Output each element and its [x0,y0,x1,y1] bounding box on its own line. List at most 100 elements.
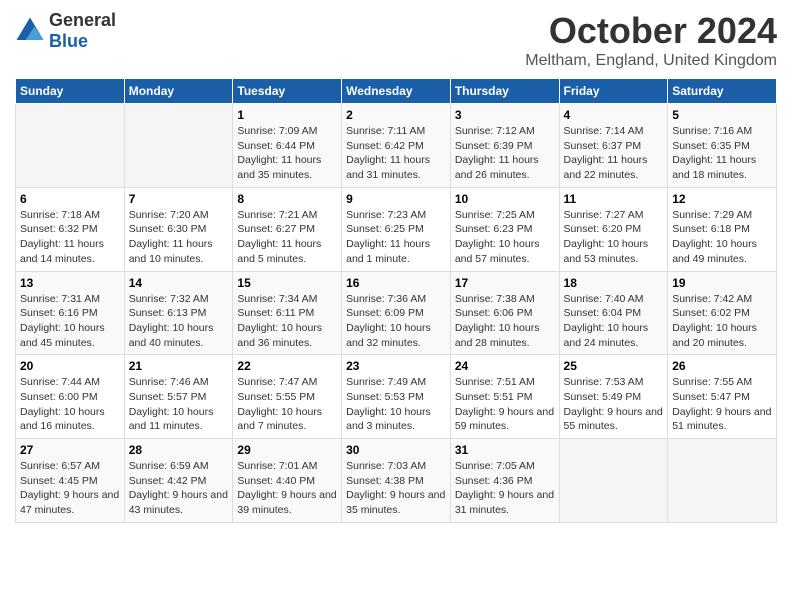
calendar-cell: 24 Sunrise: 7:51 AM Sunset: 5:51 PM Dayli… [450,355,559,439]
day-of-week-header: Wednesday [342,79,451,104]
page-header: General Blue October 2024 Meltham, Engla… [15,10,777,70]
day-number: 3 [455,108,555,122]
calendar-cell: 3 Sunrise: 7:12 AM Sunset: 6:39 PM Daylig… [450,104,559,188]
cell-content: Sunrise: 7:55 AM Sunset: 5:47 PM Dayligh… [672,375,772,434]
day-of-week-header: Sunday [16,79,125,104]
calendar-cell: 26 Sunrise: 7:55 AM Sunset: 5:47 PM Dayli… [668,355,777,439]
calendar-cell: 30 Sunrise: 7:03 AM Sunset: 4:38 PM Dayli… [342,439,451,523]
cell-content: Sunrise: 7:47 AM Sunset: 5:55 PM Dayligh… [237,375,337,434]
calendar-cell: 2 Sunrise: 7:11 AM Sunset: 6:42 PM Daylig… [342,104,451,188]
cell-content: Sunrise: 7:46 AM Sunset: 5:57 PM Dayligh… [129,375,229,434]
day-number: 5 [672,108,772,122]
day-number: 25 [564,359,664,373]
cell-content: Sunrise: 7:05 AM Sunset: 4:36 PM Dayligh… [455,459,555,518]
calendar-cell: 8 Sunrise: 7:21 AM Sunset: 6:27 PM Daylig… [233,187,342,271]
calendar-cell: 22 Sunrise: 7:47 AM Sunset: 5:55 PM Dayli… [233,355,342,439]
calendar-cell [16,104,125,188]
calendar-cell: 31 Sunrise: 7:05 AM Sunset: 4:36 PM Dayli… [450,439,559,523]
cell-content: Sunrise: 7:49 AM Sunset: 5:53 PM Dayligh… [346,375,446,434]
cell-content: Sunrise: 7:09 AM Sunset: 6:44 PM Dayligh… [237,124,337,183]
cell-content: Sunrise: 7:29 AM Sunset: 6:18 PM Dayligh… [672,208,772,267]
calendar-cell: 5 Sunrise: 7:16 AM Sunset: 6:35 PM Daylig… [668,104,777,188]
calendar-cell: 9Sunrise: 7:23 AM Sunset: 6:25 PM Daylig… [342,187,451,271]
calendar-cell: 1 Sunrise: 7:09 AM Sunset: 6:44 PM Daylig… [233,104,342,188]
day-number: 4 [564,108,664,122]
cell-content: Sunrise: 7:14 AM Sunset: 6:37 PM Dayligh… [564,124,664,183]
day-number: 29 [237,443,337,457]
calendar-cell: 19Sunrise: 7:42 AM Sunset: 6:02 PM Dayli… [668,271,777,355]
calendar-cell: 27Sunrise: 6:57 AM Sunset: 4:45 PM Dayli… [16,439,125,523]
day-number: 30 [346,443,446,457]
cell-content: Sunrise: 7:23 AM Sunset: 6:25 PM Dayligh… [346,208,446,267]
day-number: 17 [455,276,555,290]
calendar-cell: 25Sunrise: 7:53 AM Sunset: 5:49 PM Dayli… [559,355,668,439]
day-number: 21 [129,359,229,373]
cell-content: Sunrise: 7:18 AM Sunset: 6:32 PM Dayligh… [20,208,120,267]
day-number: 18 [564,276,664,290]
calendar-cell: 13 Sunrise: 7:31 AM Sunset: 6:16 PM Dayli… [16,271,125,355]
calendar-body: 1 Sunrise: 7:09 AM Sunset: 6:44 PM Daylig… [16,104,777,523]
day-number: 7 [129,192,229,206]
title-block: October 2024 Meltham, England, United Ki… [525,10,777,70]
cell-content: Sunrise: 6:59 AM Sunset: 4:42 PM Dayligh… [129,459,229,518]
cell-content: Sunrise: 6:57 AM Sunset: 4:45 PM Dayligh… [20,459,120,518]
logo-icon [15,16,45,46]
calendar-cell: 11Sunrise: 7:27 AM Sunset: 6:20 PM Dayli… [559,187,668,271]
calendar-cell: 20 Sunrise: 7:44 AM Sunset: 6:00 PM Dayli… [16,355,125,439]
day-number: 14 [129,276,229,290]
cell-content: Sunrise: 7:25 AM Sunset: 6:23 PM Dayligh… [455,208,555,267]
calendar-week-row: 13 Sunrise: 7:31 AM Sunset: 6:16 PM Dayli… [16,271,777,355]
calendar-cell: 18 Sunrise: 7:40 AM Sunset: 6:04 PM Dayli… [559,271,668,355]
calendar-week-row: 1 Sunrise: 7:09 AM Sunset: 6:44 PM Daylig… [16,104,777,188]
cell-content: Sunrise: 7:44 AM Sunset: 6:00 PM Dayligh… [20,375,120,434]
cell-content: Sunrise: 7:21 AM Sunset: 6:27 PM Dayligh… [237,208,337,267]
day-number: 28 [129,443,229,457]
day-number: 24 [455,359,555,373]
logo-general: General [49,10,116,30]
calendar-cell: 29Sunrise: 7:01 AM Sunset: 4:40 PM Dayli… [233,439,342,523]
calendar-cell: 28 Sunrise: 6:59 AM Sunset: 4:42 PM Dayli… [124,439,233,523]
day-number: 20 [20,359,120,373]
cell-content: Sunrise: 7:16 AM Sunset: 6:35 PM Dayligh… [672,124,772,183]
day-number: 11 [564,192,664,206]
day-header-row: SundayMondayTuesdayWednesdayThursdayFrid… [16,79,777,104]
calendar-cell: 15 Sunrise: 7:34 AM Sunset: 6:11 PM Dayli… [233,271,342,355]
cell-content: Sunrise: 7:42 AM Sunset: 6:02 PM Dayligh… [672,292,772,351]
month-title: October 2024 [525,10,777,52]
day-number: 22 [237,359,337,373]
calendar-cell: 23 Sunrise: 7:49 AM Sunset: 5:53 PM Dayli… [342,355,451,439]
cell-content: Sunrise: 7:40 AM Sunset: 6:04 PM Dayligh… [564,292,664,351]
day-number: 12 [672,192,772,206]
logo-blue: Blue [49,31,88,51]
logo-text: General Blue [49,10,116,52]
day-number: 15 [237,276,337,290]
day-number: 8 [237,192,337,206]
day-number: 13 [20,276,120,290]
cell-content: Sunrise: 7:20 AM Sunset: 6:30 PM Dayligh… [129,208,229,267]
cell-content: Sunrise: 7:32 AM Sunset: 6:13 PM Dayligh… [129,292,229,351]
day-number: 26 [672,359,772,373]
cell-content: Sunrise: 7:31 AM Sunset: 6:16 PM Dayligh… [20,292,120,351]
calendar-week-row: 20 Sunrise: 7:44 AM Sunset: 6:00 PM Dayli… [16,355,777,439]
day-number: 31 [455,443,555,457]
calendar-cell [559,439,668,523]
day-number: 6 [20,192,120,206]
calendar-cell: 12 Sunrise: 7:29 AM Sunset: 6:18 PM Dayli… [668,187,777,271]
cell-content: Sunrise: 7:12 AM Sunset: 6:39 PM Dayligh… [455,124,555,183]
day-number: 10 [455,192,555,206]
cell-content: Sunrise: 7:51 AM Sunset: 5:51 PM Dayligh… [455,375,555,434]
cell-content: Sunrise: 7:34 AM Sunset: 6:11 PM Dayligh… [237,292,337,351]
calendar-cell: 4 Sunrise: 7:14 AM Sunset: 6:37 PM Daylig… [559,104,668,188]
calendar-cell [124,104,233,188]
cell-content: Sunrise: 7:03 AM Sunset: 4:38 PM Dayligh… [346,459,446,518]
day-of-week-header: Friday [559,79,668,104]
day-number: 23 [346,359,446,373]
calendar-cell [668,439,777,523]
calendar-cell: 7 Sunrise: 7:20 AM Sunset: 6:30 PM Daylig… [124,187,233,271]
cell-content: Sunrise: 7:38 AM Sunset: 6:06 PM Dayligh… [455,292,555,351]
cell-content: Sunrise: 7:11 AM Sunset: 6:42 PM Dayligh… [346,124,446,183]
day-of-week-header: Monday [124,79,233,104]
day-number: 1 [237,108,337,122]
day-number: 2 [346,108,446,122]
logo: General Blue [15,10,116,52]
